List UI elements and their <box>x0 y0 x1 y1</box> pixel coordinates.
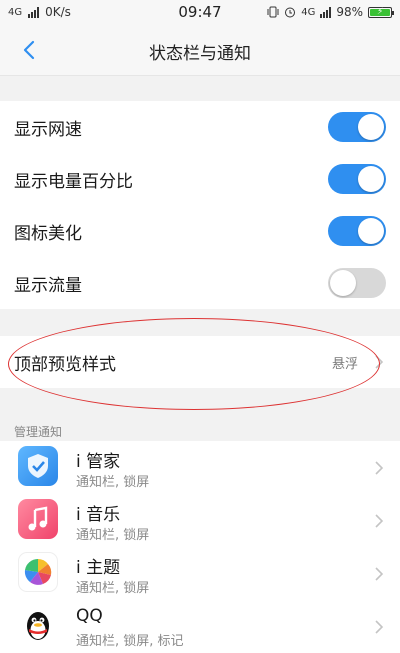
app-subtitle: 通知栏, 锁屏 <box>76 528 150 543</box>
network-type-right: 4G <box>301 6 316 18</box>
battery-percent: 98% <box>336 5 363 19</box>
status-bar: 4G 0K/s 09:47 4G 98% ⚡ <box>0 0 400 26</box>
setting-show-data-usage[interactable]: 显示流量 <box>0 257 400 309</box>
setting-show-network-speed[interactable]: 显示网速 <box>0 101 400 153</box>
toggle-knob <box>358 114 384 140</box>
section-label-manage-notifications: 管理通知 <box>14 425 63 439</box>
app-name: i 管家 <box>76 452 121 472</box>
app-item-iyinyue[interactable]: i 音乐 通知栏, 锁屏 <box>0 494 400 547</box>
app-item-qq[interactable]: QQ 通知栏, 锁屏, 标记 <box>0 600 400 653</box>
setting-label: 显示电量百分比 <box>14 171 133 192</box>
app-name: i 主题 <box>76 558 121 578</box>
data-usage-toggle[interactable] <box>328 268 386 298</box>
status-bar-right: 4G 98% ⚡ <box>267 5 394 19</box>
chevron-right-icon <box>375 567 384 581</box>
battery-icon: ⚡ <box>368 6 394 18</box>
chevron-right-icon <box>375 355 384 369</box>
chevron-right-icon <box>375 620 384 634</box>
setting-show-battery-percent[interactable]: 显示电量百分比 <box>0 153 400 205</box>
app-subtitle: 通知栏, 锁屏, 标记 <box>76 634 184 649</box>
preview-style-group: 顶部预览样式 悬浮 <box>0 336 400 388</box>
title-bar: 状态栏与通知 <box>0 26 400 76</box>
music-note-icon <box>18 499 58 539</box>
setting-label: 显示网速 <box>14 119 82 140</box>
shield-check-icon <box>18 446 58 486</box>
penguin-icon <box>18 605 58 645</box>
chevron-right-icon <box>375 514 384 528</box>
battery-percent-toggle[interactable] <box>328 164 386 194</box>
setting-label: 显示流量 <box>14 275 82 296</box>
app-item-iguanjia[interactable]: i 管家 通知栏, 锁屏 <box>0 441 400 494</box>
vibrate-icon <box>267 6 279 18</box>
icon-beautify-toggle[interactable] <box>328 216 386 246</box>
preview-style-value: 悬浮 <box>331 356 358 372</box>
pinwheel-icon <box>18 552 58 592</box>
network-speed-toggle[interactable] <box>328 112 386 142</box>
setting-top-preview-style[interactable]: 顶部预览样式 悬浮 <box>0 336 400 388</box>
toggle-knob <box>358 166 384 192</box>
toggle-knob <box>330 270 356 296</box>
setting-icon-beautify[interactable]: 图标美化 <box>0 205 400 257</box>
alarm-icon <box>285 7 296 18</box>
app-name: i 音乐 <box>76 505 121 525</box>
app-item-izhuti[interactable]: i 主题 通知栏, 锁屏 <box>0 547 400 600</box>
app-subtitle: 通知栏, 锁屏 <box>76 581 150 596</box>
setting-label: 图标美化 <box>14 223 82 244</box>
toggle-knob <box>358 218 384 244</box>
app-name: QQ <box>76 606 103 626</box>
chevron-right-icon <box>375 461 384 475</box>
toggle-settings-group: 显示网速 显示电量百分比 图标美化 显示流量 <box>0 101 400 309</box>
app-subtitle: 通知栏, 锁屏 <box>76 475 150 490</box>
signal-icon-right <box>320 6 332 18</box>
app-notification-list: i 管家 通知栏, 锁屏 i 音乐 通知栏, 锁屏 i 主题 通知栏, 锁屏 Q… <box>0 441 400 653</box>
setting-label: 顶部预览样式 <box>14 354 116 375</box>
page-title: 状态栏与通知 <box>149 44 251 64</box>
